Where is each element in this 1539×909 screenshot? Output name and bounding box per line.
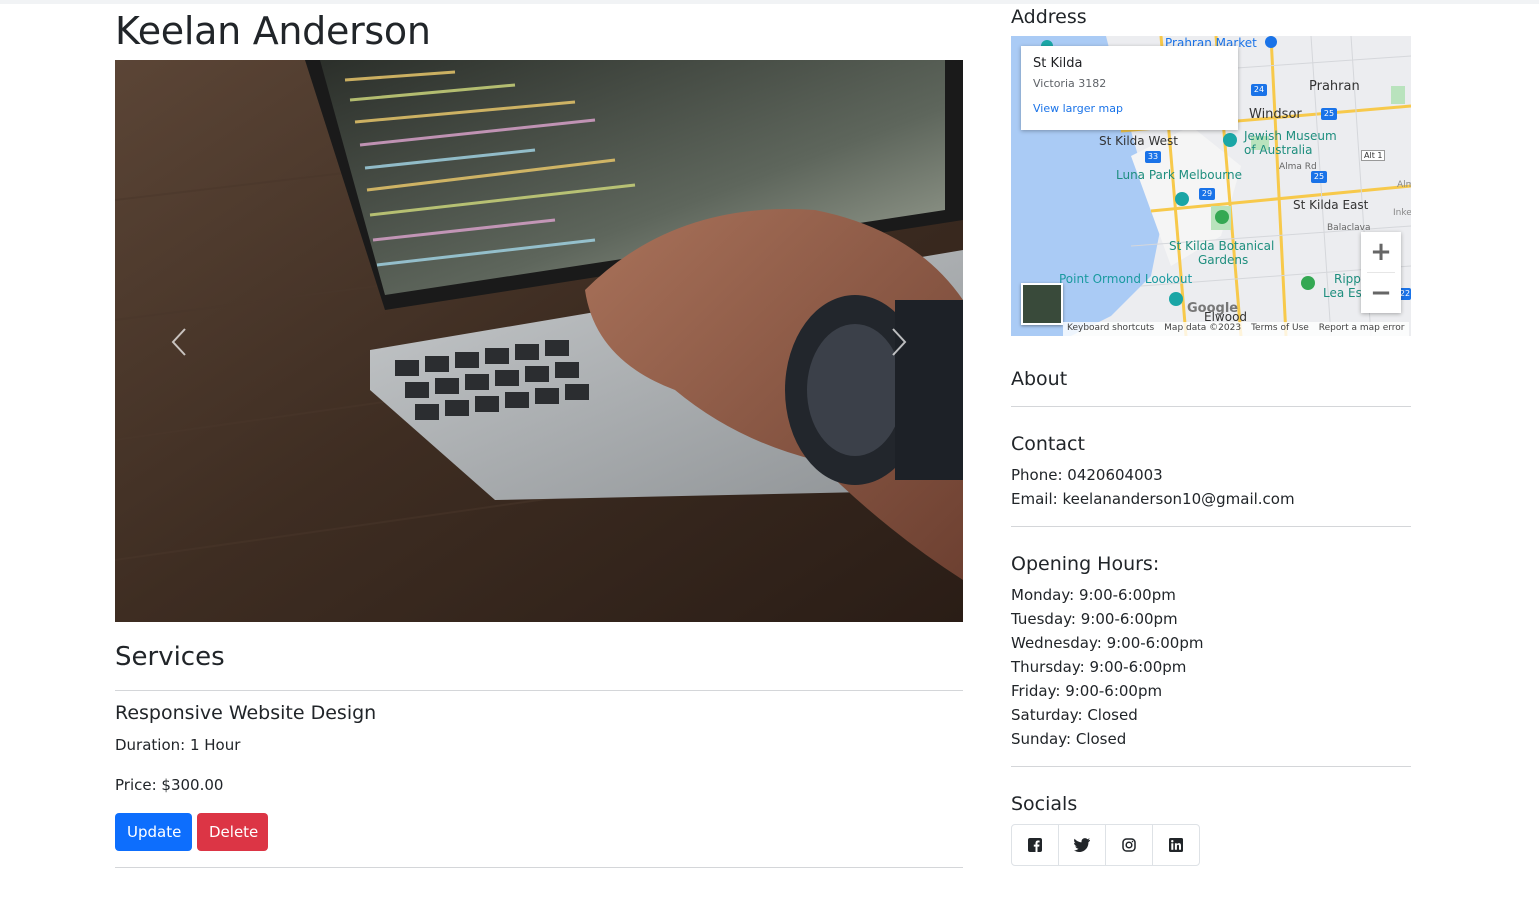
socials-heading: Socials (1011, 793, 1078, 815)
keyboard-shortcuts-link[interactable]: Keyboard shortcuts (1067, 323, 1154, 335)
map-place-name: St Kilda (1033, 56, 1083, 71)
carousel-prev-button[interactable] (149, 312, 209, 372)
twitter-icon (1074, 838, 1090, 852)
terms-of-use-link[interactable]: Terms of Use (1251, 323, 1309, 335)
park-pin-icon (1215, 210, 1229, 224)
museum-pin-icon (1223, 133, 1237, 147)
map-label: Prahran (1309, 79, 1360, 94)
chevron-right-icon (892, 328, 907, 356)
contact-heading: Contact (1011, 433, 1085, 455)
route-badge: 29 (1199, 188, 1215, 200)
map-label: Gardens (1198, 253, 1249, 267)
chevron-left-icon (171, 328, 186, 356)
map-label: St Kilda East (1293, 198, 1369, 212)
zoom-in-button[interactable]: + (1361, 232, 1401, 272)
image-carousel[interactable] (115, 60, 963, 622)
map-label: Alt 1 (1361, 150, 1386, 161)
divider (115, 690, 963, 691)
map-label: St Kilda Botanical (1169, 239, 1275, 253)
instagram-icon (1122, 838, 1136, 852)
map-label: Jewish Museum (1244, 129, 1337, 143)
facebook-link[interactable] (1011, 824, 1059, 866)
about-heading: About (1011, 368, 1068, 390)
carousel-next-button[interactable] (869, 312, 929, 372)
address-heading: Address (1011, 6, 1087, 28)
twitter-link[interactable] (1058, 824, 1106, 866)
hours-row: Sunday: Closed (1011, 730, 1127, 748)
hours-row: Friday: 9:00-6:00pm (1011, 682, 1163, 700)
park-pin-icon (1301, 276, 1315, 290)
map-attribution: Keyboard shortcuts Map data ©2023 Terms … (1063, 322, 1409, 336)
delete-button[interactable]: Delete (197, 813, 268, 851)
map-embed[interactable]: Prahran Market Prahran Windsor Jewish Mu… (1011, 36, 1411, 336)
update-button[interactable]: Update (115, 813, 192, 851)
map-zoom-controls: + − (1361, 232, 1401, 313)
view-larger-map-link[interactable]: View larger map (1033, 102, 1226, 115)
attraction-pin-icon (1175, 192, 1189, 206)
opening-hours-heading: Opening Hours: (1011, 553, 1160, 575)
linkedin-icon (1169, 838, 1183, 852)
route-badge: 24 (1251, 84, 1267, 96)
hours-row: Monday: 9:00-6:00pm (1011, 586, 1176, 604)
zoom-out-button[interactable]: − (1361, 273, 1401, 313)
sidebar: Address Prahran Market Prahran Windsor J… (1011, 0, 1411, 866)
shopping-pin-icon (1265, 36, 1277, 48)
laptop-coding-photo (115, 60, 963, 622)
divider (1011, 406, 1411, 407)
page-title: Keelan Anderson (115, 9, 431, 53)
services-heading: Services (115, 642, 225, 672)
map-place-locality: Victoria 3182 (1033, 77, 1107, 90)
route-badge: 25 (1321, 108, 1337, 120)
map-label: of Australia (1244, 143, 1313, 157)
contact-phone: Phone: 0420604003 (1011, 466, 1163, 484)
social-links (1011, 824, 1411, 866)
route-badge: 25 (1311, 171, 1327, 183)
divider (1011, 766, 1411, 767)
map-label: Luna Park Melbourne (1116, 168, 1242, 182)
main-column: Keelan Anderson Services Responsive Webs… (115, 0, 963, 868)
hours-row: Saturday: Closed (1011, 706, 1138, 724)
opening-hours-list: Monday: 9:00-6:00pm Tuesday: 9:00-6:00pm… (1011, 583, 1411, 751)
hours-row: Tuesday: 9:00-6:00pm (1011, 610, 1178, 628)
map-label: Lea Es (1323, 286, 1362, 300)
service-price: Price: $300.00 (115, 776, 224, 794)
service-item: Responsive Website Design Duration: 1 Ho… (115, 703, 963, 851)
map-label: Inke (1393, 208, 1411, 218)
service-name: Responsive Website Design (115, 702, 377, 724)
facebook-icon (1028, 838, 1042, 852)
linkedin-link[interactable] (1152, 824, 1200, 866)
google-logo: Google (1187, 301, 1239, 316)
divider (115, 867, 963, 868)
instagram-link[interactable] (1105, 824, 1153, 866)
service-actions: Update Delete (115, 813, 963, 851)
hours-row: Wednesday: 9:00-6:00pm (1011, 634, 1204, 652)
map-info-card: St Kilda Victoria 3182 View larger map (1021, 46, 1238, 130)
map-data-label: Map data ©2023 (1164, 323, 1242, 333)
map-label: St Kilda West (1099, 134, 1178, 148)
route-badge: 33 (1145, 151, 1161, 163)
satellite-toggle-button[interactable] (1021, 283, 1063, 325)
camera-pin-icon (1169, 292, 1183, 306)
map-label: Point Ormond Lookout (1059, 272, 1193, 286)
divider (1011, 526, 1411, 527)
map-label: Ripp (1334, 272, 1361, 286)
hours-row: Thursday: 9:00-6:00pm (1011, 658, 1187, 676)
report-map-error-link[interactable]: Report a map error (1319, 323, 1405, 335)
contact-email: Email: keelananderson10@gmail.com (1011, 490, 1295, 508)
service-duration: Duration: 1 Hour (115, 736, 241, 754)
map-label: Windsor (1249, 107, 1302, 122)
map-label: Alm (1397, 180, 1411, 190)
